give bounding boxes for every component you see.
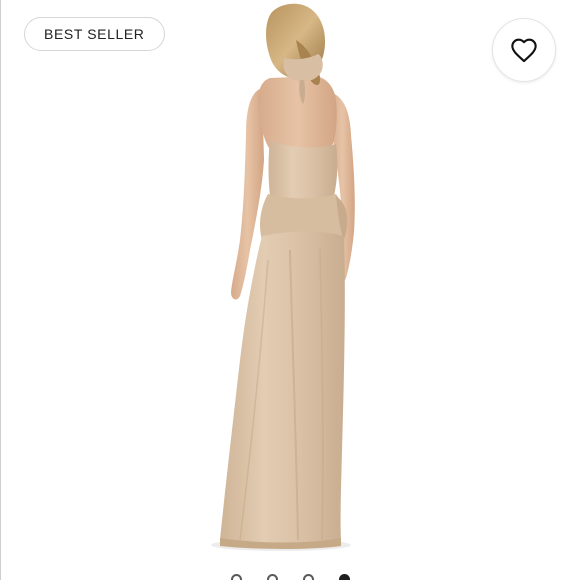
product-photo[interactable] bbox=[0, 0, 580, 580]
product-image-viewer: BEST SELLER bbox=[0, 0, 580, 580]
carousel-dot[interactable] bbox=[230, 574, 242, 580]
model-back bbox=[258, 76, 337, 152]
best-seller-badge: BEST SELLER bbox=[24, 17, 165, 51]
image-frame-edge bbox=[0, 0, 1, 580]
carousel-dots bbox=[0, 574, 580, 580]
carousel-dot[interactable] bbox=[302, 574, 314, 580]
best-seller-label: BEST SELLER bbox=[44, 26, 145, 42]
carousel-dot[interactable] bbox=[266, 574, 278, 580]
dress-bodice bbox=[268, 140, 338, 199]
carousel-dot-active[interactable] bbox=[338, 574, 350, 580]
heart-icon bbox=[511, 38, 537, 63]
like-button[interactable] bbox=[492, 18, 556, 82]
